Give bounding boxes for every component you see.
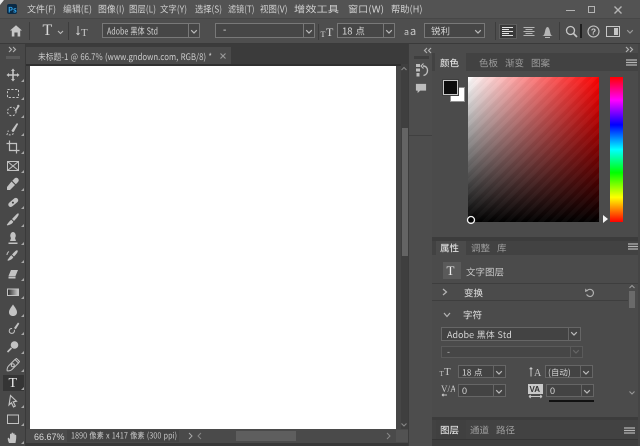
svg-text:T: T — [81, 27, 88, 38]
svg-text:?: ? — [591, 27, 596, 37]
svg-text:A: A — [534, 368, 542, 378]
svg-text:V/A: V/A — [441, 384, 455, 394]
